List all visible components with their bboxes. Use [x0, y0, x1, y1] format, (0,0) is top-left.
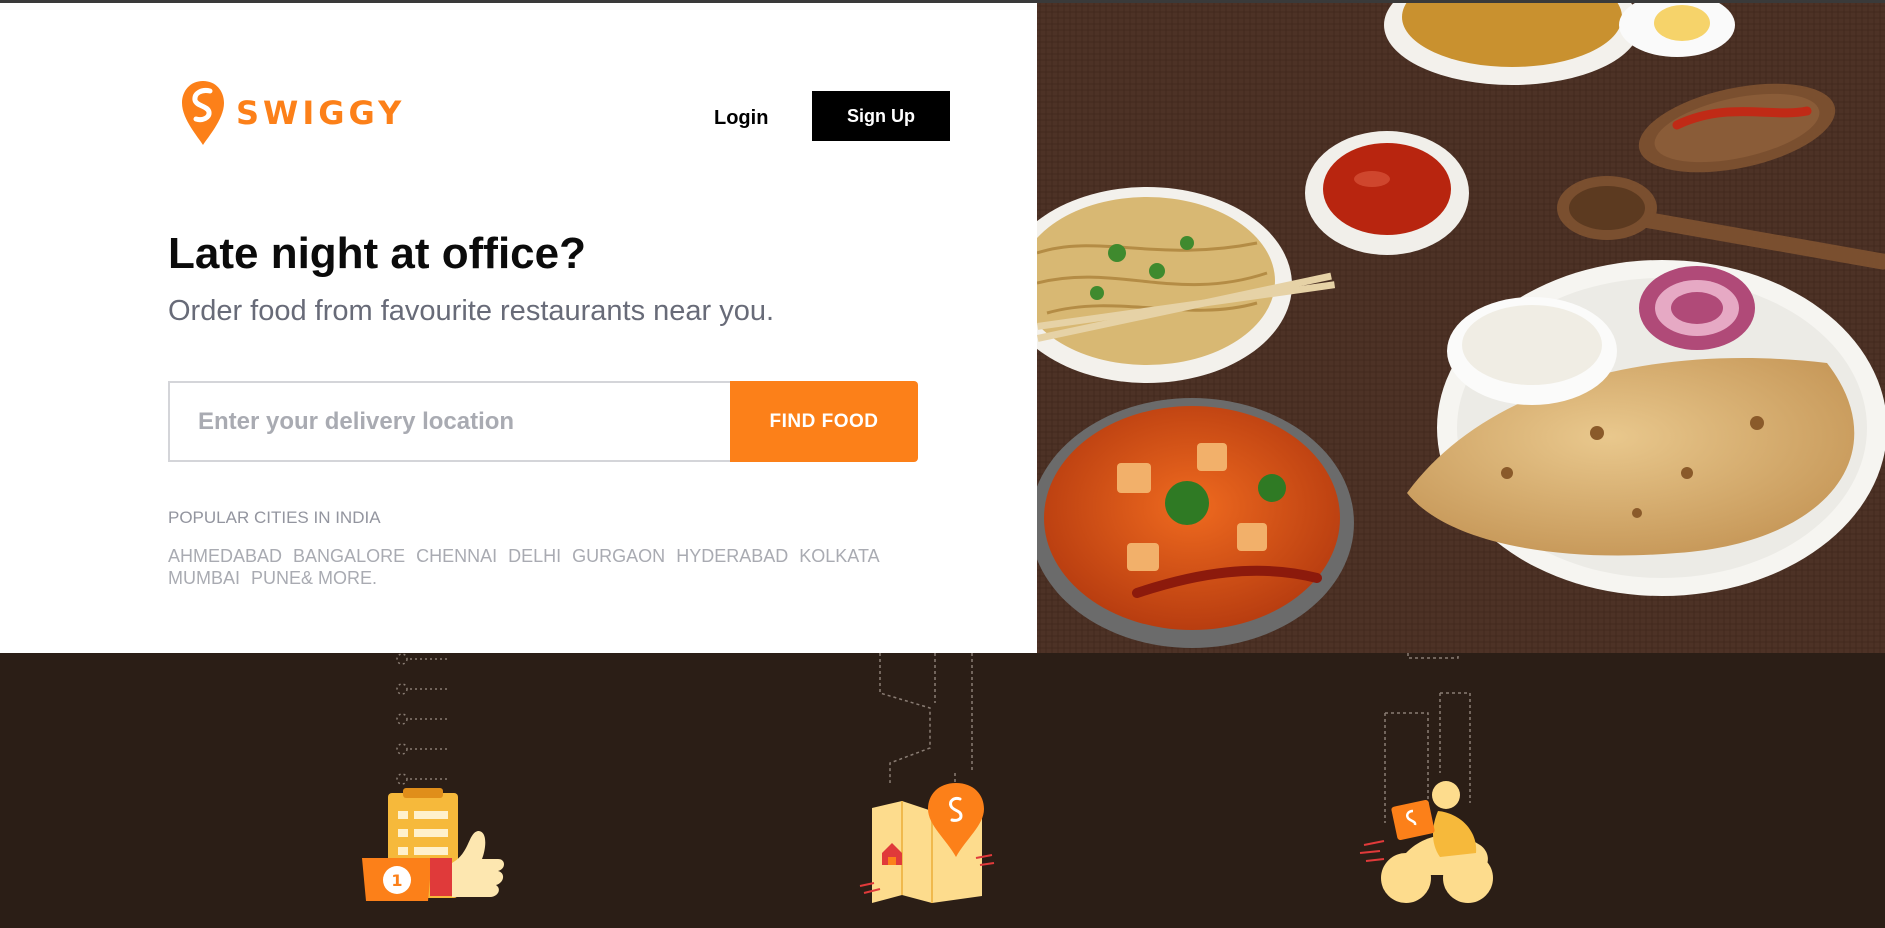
signup-button[interactable]: Sign Up: [812, 91, 950, 141]
dotted-trail-1: [396, 653, 448, 785]
find-food-button[interactable]: FIND FOOD: [730, 381, 918, 462]
delivery-location-input[interactable]: [168, 381, 730, 462]
swiggy-pin-icon: [182, 81, 224, 145]
hero-section: SWIGGY Login Sign Up Late night at offic…: [0, 3, 1885, 653]
location-search: FIND FOOD: [168, 381, 918, 462]
how-it-works-band: 1: [0, 653, 1885, 928]
hero-title: Late night at office?: [168, 229, 586, 278]
paneer-curry-bowl: [1037, 398, 1354, 648]
map-location-pin-icon: [859, 783, 995, 903]
food-banner-image: [1037, 3, 1885, 653]
feature-illustrations: 1: [362, 653, 1493, 903]
city-link-delhi[interactable]: DELHI: [508, 546, 561, 566]
hero-subtitle: Order food from favourite restaurants ne…: [168, 295, 775, 327]
city-link-hyderabad[interactable]: HYDERABAD: [676, 546, 788, 566]
brand-name: SWIGGY: [236, 94, 406, 132]
login-link[interactable]: Login: [714, 107, 768, 130]
hero-left-pane: SWIGGY Login Sign Up Late night at offic…: [0, 3, 1037, 653]
city-link-pune[interactable]: PUNE: [251, 568, 301, 588]
order-thumbs-up-icon: 1: [362, 788, 504, 901]
more-cities-label: & MORE.: [301, 568, 378, 588]
delivery-scooter-icon: [1359, 781, 1493, 903]
popular-cities-heading: POPULAR CITIES IN INDIA: [168, 508, 381, 527]
ketchup-bowl: [1305, 131, 1469, 255]
swiggy-logo[interactable]: SWIGGY: [180, 79, 405, 147]
dotted-trail-2: [879, 653, 973, 788]
food-illustration: [1037, 3, 1885, 653]
city-link-mumbai[interactable]: MUMBAI: [168, 568, 240, 588]
city-link-chennai[interactable]: CHENNAI: [416, 546, 497, 566]
svg-text:1: 1: [391, 871, 402, 890]
city-link-ahmedabad[interactable]: AHMEDABAD: [168, 546, 282, 566]
popular-cities-list: AHMEDABAD BANGALORE CHENNAI DELHI GURGAO…: [168, 545, 958, 589]
city-link-gurgaon[interactable]: GURGAON: [572, 546, 665, 566]
city-link-kolkata[interactable]: KOLKATA: [799, 546, 879, 566]
city-link-bangalore[interactable]: BANGALORE: [293, 546, 405, 566]
